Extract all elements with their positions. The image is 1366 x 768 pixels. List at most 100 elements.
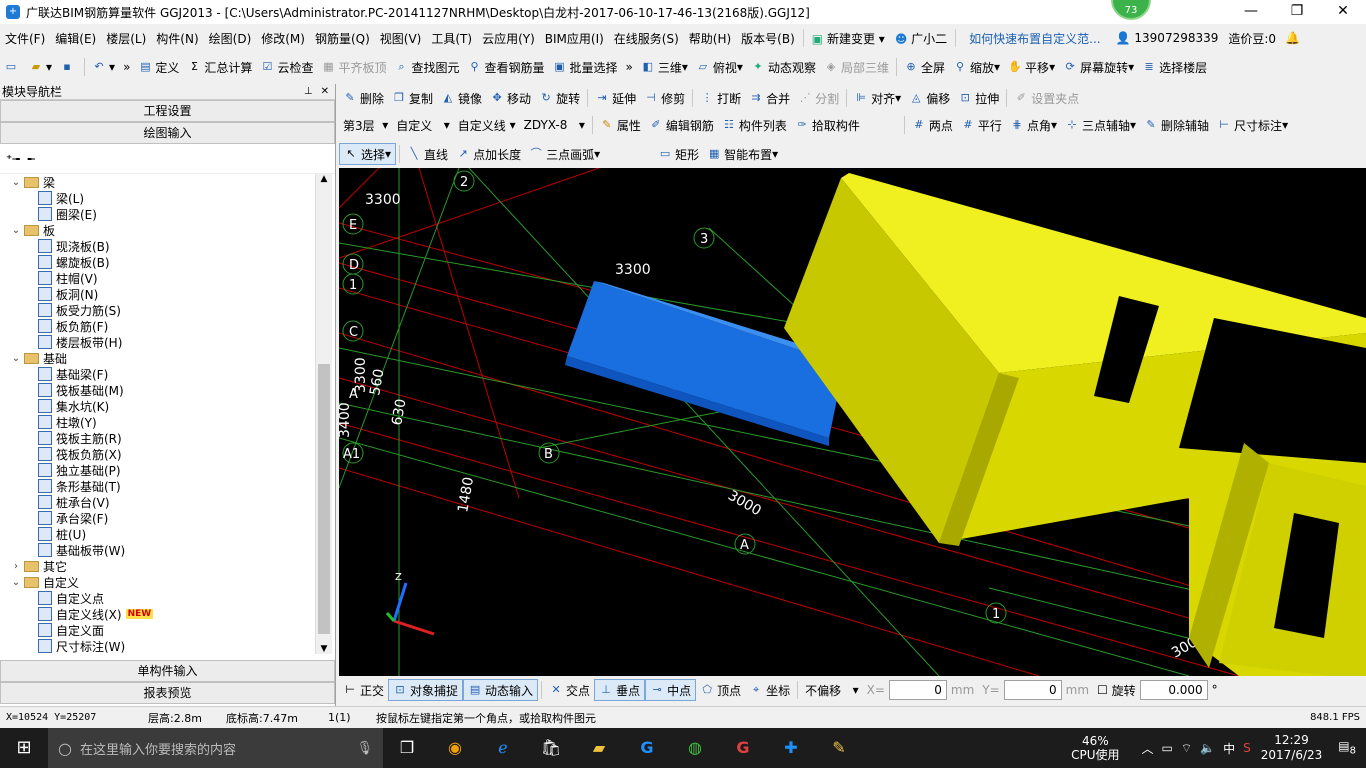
tree-item[interactable]: 筏板负筋(X) [0,446,316,462]
mirror-button[interactable]: ◭ 镜像 [437,87,486,109]
tree-item[interactable]: 板受力筋(S) [0,302,316,318]
offset-button[interactable]: ◬ 偏移 [905,87,954,109]
single-input-button[interactable]: 单构件输入 [0,660,335,682]
point-length-button[interactable]: ↗ 点加长度 [452,143,525,165]
glodon-service-icon[interactable]: G [719,728,767,768]
task-view-icon[interactable]: ❒ [383,728,431,768]
save-icon[interactable]: ▪ [56,56,81,78]
mic-icon[interactable]: 🎙 [356,741,373,756]
menu-view[interactable]: 视图(V) [375,30,427,47]
threed-button[interactable]: ◧ 三维 ▾ [637,56,692,78]
tray-chevron-icon[interactable]: ︿ [1142,740,1154,757]
cloud-check-button[interactable]: ☑ 云检查 [256,56,317,78]
volume-icon[interactable]: 🔈 [1200,741,1215,755]
midpoint-snap[interactable]: ⊸ 中点 [645,679,697,701]
taskbar-search[interactable]: ○ 在这里输入你要搜索的内容 🎙 [48,728,383,768]
tree-folder[interactable]: › 其它 [0,558,316,574]
tree-folder[interactable]: ⌄ 板 [0,222,316,238]
component-list-button[interactable]: ☷ 构件列表 [718,114,791,136]
minimize-button[interactable]: — [1228,0,1274,24]
report-preview-button[interactable]: 报表预览 [0,682,335,704]
find-button[interactable]: ⌕ 查找图元 [390,56,463,78]
set-grip-button[interactable]: ✐ 设置夹点 [1010,87,1083,109]
floor-select[interactable]: 第3层 ▾ [339,115,392,135]
fullscreen-button[interactable]: ⊕ 全屏 [900,56,949,78]
menu-component[interactable]: 构件(N) [151,30,203,47]
offset-select[interactable]: 不偏移 ▾ [801,680,862,700]
menu-cloud[interactable]: 云应用(Y) [477,30,540,47]
tree-item[interactable]: 板洞(N) [0,286,316,302]
pan-button[interactable]: ✋ 平移 ▾ [1004,56,1059,78]
gx2-button[interactable]: ☻ 广小二 [890,30,952,47]
overflow-icon[interactable]: » [119,56,134,78]
y-input[interactable]: 0 [1003,680,1062,700]
draw-input-button[interactable]: 绘图输入 [0,122,335,144]
expand-toggle-icon[interactable]: ⌄ [10,177,22,188]
tree-item[interactable]: 尺寸标注(W) [0,638,316,654]
merge-button[interactable]: ⇉ 合并 [745,87,794,109]
tree-item[interactable]: 现浇板(B) [0,238,316,254]
close-button[interactable]: ✕ [1320,0,1366,24]
menu-modify[interactable]: 修改(M) [256,30,310,47]
three-point-axis-button[interactable]: ⊹ 三点辅轴 ▾ [1061,114,1140,136]
menu-online[interactable]: 在线服务(S) [609,30,684,47]
tree-folder[interactable]: ⌄ 自定义 [0,574,316,590]
app-browser-360-icon[interactable]: ◉ [431,728,479,768]
tree-item[interactable]: 基础板带(W) [0,542,316,558]
tree-item[interactable]: 筏板基础(M) [0,382,316,398]
sogou-icon[interactable]: S [1243,741,1251,755]
tree-item[interactable]: 条形基础(T) [0,478,316,494]
line-button[interactable]: ╲ 直线 [403,143,452,165]
rotate-input[interactable]: 0.000 [1139,680,1208,700]
bell-icon[interactable]: 🔔 [1281,31,1304,45]
component-subtype-select[interactable]: 自定义线 ▾ [454,115,520,135]
batch-select-button[interactable]: ▣ 批量选择 [549,56,622,78]
ime-indicator[interactable]: 中 [1223,740,1235,757]
tree-folder[interactable]: ⌄ 梁 [0,174,316,190]
tree-item[interactable]: 圈梁(E) [0,206,316,222]
object-snap-toggle[interactable]: ⊡ 对象捕捉 [388,679,464,701]
clock[interactable]: 12:29 2017/6/23 [1261,733,1323,763]
tree-item[interactable]: 梁(L) [0,190,316,206]
expand-toggle-icon[interactable]: ⌄ [10,353,22,364]
user-account[interactable]: 👤 13907298339 [1111,31,1224,45]
menu-rebar[interactable]: 钢筋量(Q) [310,30,375,47]
dimension-button[interactable]: ⊢ 尺寸标注 ▾ [1213,114,1292,136]
sum-button[interactable]: Σ 汇总计算 [183,56,256,78]
define-button[interactable]: ▤ 定义 [134,56,183,78]
new-icon[interactable]: ▭ [0,56,25,78]
move-button[interactable]: ✥ 移动 [486,87,535,109]
scroll-down-icon[interactable]: ▼ [316,644,332,654]
x-input[interactable]: 0 [888,680,947,700]
expand-toggle-icon[interactable]: › [10,561,22,572]
notification-icon[interactable]: ▤8 [1338,739,1356,756]
tree-item[interactable]: 集水坑(K) [0,398,316,414]
coord-snap[interactable]: ⌖ 坐标 [745,679,794,701]
floor-select-button[interactable]: ≣ 选择楼层 [1138,56,1211,78]
tree-item[interactable]: 柱帽(V) [0,270,316,286]
menu-tools[interactable]: 工具(T) [426,30,477,47]
flat-top-button[interactable]: ▦ 平齐板顶 [317,56,390,78]
tree-item[interactable]: 楼层板带(H) [0,334,316,350]
properties-button[interactable]: ✎ 属性 [596,114,645,136]
new-change-button[interactable]: ▣ 新建变更 ▾ [807,30,890,47]
glodon-g-icon[interactable]: G [623,728,671,768]
menu-bim[interactable]: BIM应用(I) [540,30,609,47]
tree-item[interactable]: 柱墩(Y) [0,414,316,430]
tree-folder[interactable]: ⌄ 基础 [0,350,316,366]
wifi-icon[interactable]: ⌔ [1181,741,1192,756]
delete-axis-button[interactable]: ✎ 删除辅轴 [1140,114,1213,136]
open-icon[interactable]: ▰ ▾ [25,56,56,78]
menu-file[interactable]: 文件(F) [0,30,50,47]
edit-rebar-button[interactable]: ✐ 编辑钢筋 [645,114,718,136]
rotate-checkbox[interactable]: ☐ 旋转 [1093,679,1140,701]
arc-button[interactable]: ⌒ 三点画弧 ▾ [525,143,604,165]
price-beans[interactable]: 造价豆:0 [1223,30,1281,47]
cpu-monitor[interactable]: 46% CPU使用 [1071,734,1119,762]
parallel-axis-button[interactable]: # 平行 [957,114,1006,136]
tree-item[interactable]: 自定义面 [0,622,316,638]
ortho-toggle[interactable]: ⊢ 正交 [339,679,388,701]
drawing-canvas[interactable]: 2 3 E D 1 C A A1 B A 1 3300 3300 26400 4… [339,168,1366,676]
dynamic-view-button[interactable]: ✦ 动态观察 [747,56,820,78]
menu-floor[interactable]: 楼层(L) [101,30,151,47]
